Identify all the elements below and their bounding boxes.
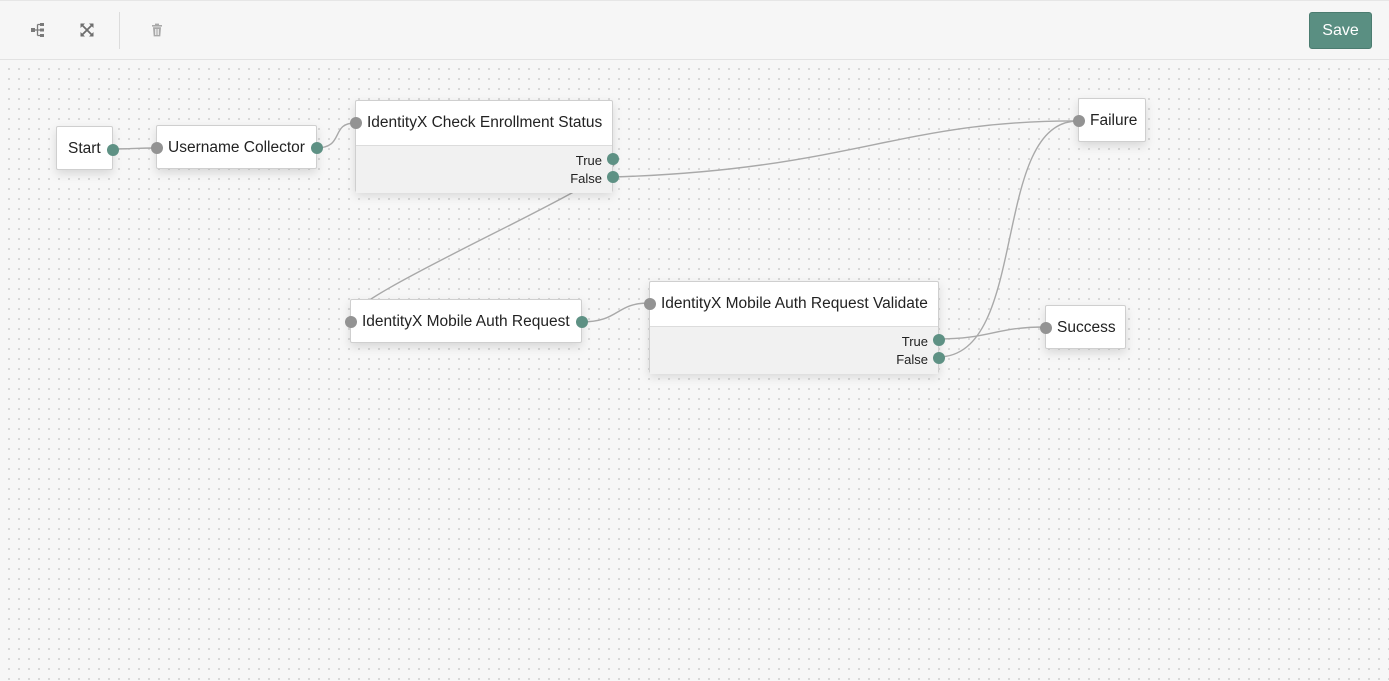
node-label: Username Collector <box>168 139 305 156</box>
trash-icon[interactable] <box>142 15 172 45</box>
input-port[interactable] <box>151 142 163 154</box>
node-label: IdentityX Mobile Auth Request <box>362 313 570 330</box>
outcome-false-label: False <box>896 352 928 367</box>
node-label: Failure <box>1090 112 1138 129</box>
node-start[interactable]: Start <box>56 126 119 170</box>
outcome-true-label: True <box>901 334 928 349</box>
node-failure[interactable]: Failure <box>1073 98 1146 142</box>
outcome-true-port[interactable] <box>933 334 945 346</box>
outcomes-panel: True False <box>650 326 938 374</box>
node-mobile-auth-request[interactable]: IdentityX Mobile Auth Request <box>345 299 588 343</box>
input-port[interactable] <box>350 117 362 129</box>
node-success[interactable]: Success <box>1040 305 1126 349</box>
outcome-false-port[interactable] <box>933 352 945 364</box>
toolbar: Save <box>0 0 1389 60</box>
input-port[interactable] <box>1040 322 1052 334</box>
node-label: IdentityX Check Enrollment Status <box>367 114 603 131</box>
node-label: Success <box>1057 319 1116 336</box>
output-port[interactable] <box>107 144 119 156</box>
node-check-enrollment-status[interactable]: IdentityX Check Enrollment Status True F… <box>350 100 619 193</box>
outcome-true-label: True <box>575 153 602 168</box>
expand-arrows-icon[interactable] <box>72 15 102 45</box>
node-username-collector[interactable]: Username Collector <box>151 125 323 169</box>
node-label: IdentityX Mobile Auth Request Validate <box>661 295 928 312</box>
outcomes-panel: True False <box>356 145 612 193</box>
tree-layout-icon[interactable] <box>23 15 53 45</box>
node-mobile-auth-request-validate[interactable]: IdentityX Mobile Auth Request Validate T… <box>644 281 945 374</box>
outcome-false-label: False <box>570 171 602 186</box>
toolbar-divider <box>119 12 120 49</box>
input-port[interactable] <box>644 298 656 310</box>
node-label: Start <box>68 140 101 157</box>
save-button[interactable]: Save <box>1309 12 1372 49</box>
outcome-false-port[interactable] <box>607 171 619 183</box>
output-port[interactable] <box>311 142 323 154</box>
output-port[interactable] <box>576 316 588 328</box>
outcome-true-port[interactable] <box>607 153 619 165</box>
input-port[interactable] <box>1073 115 1085 127</box>
input-port[interactable] <box>345 316 357 328</box>
